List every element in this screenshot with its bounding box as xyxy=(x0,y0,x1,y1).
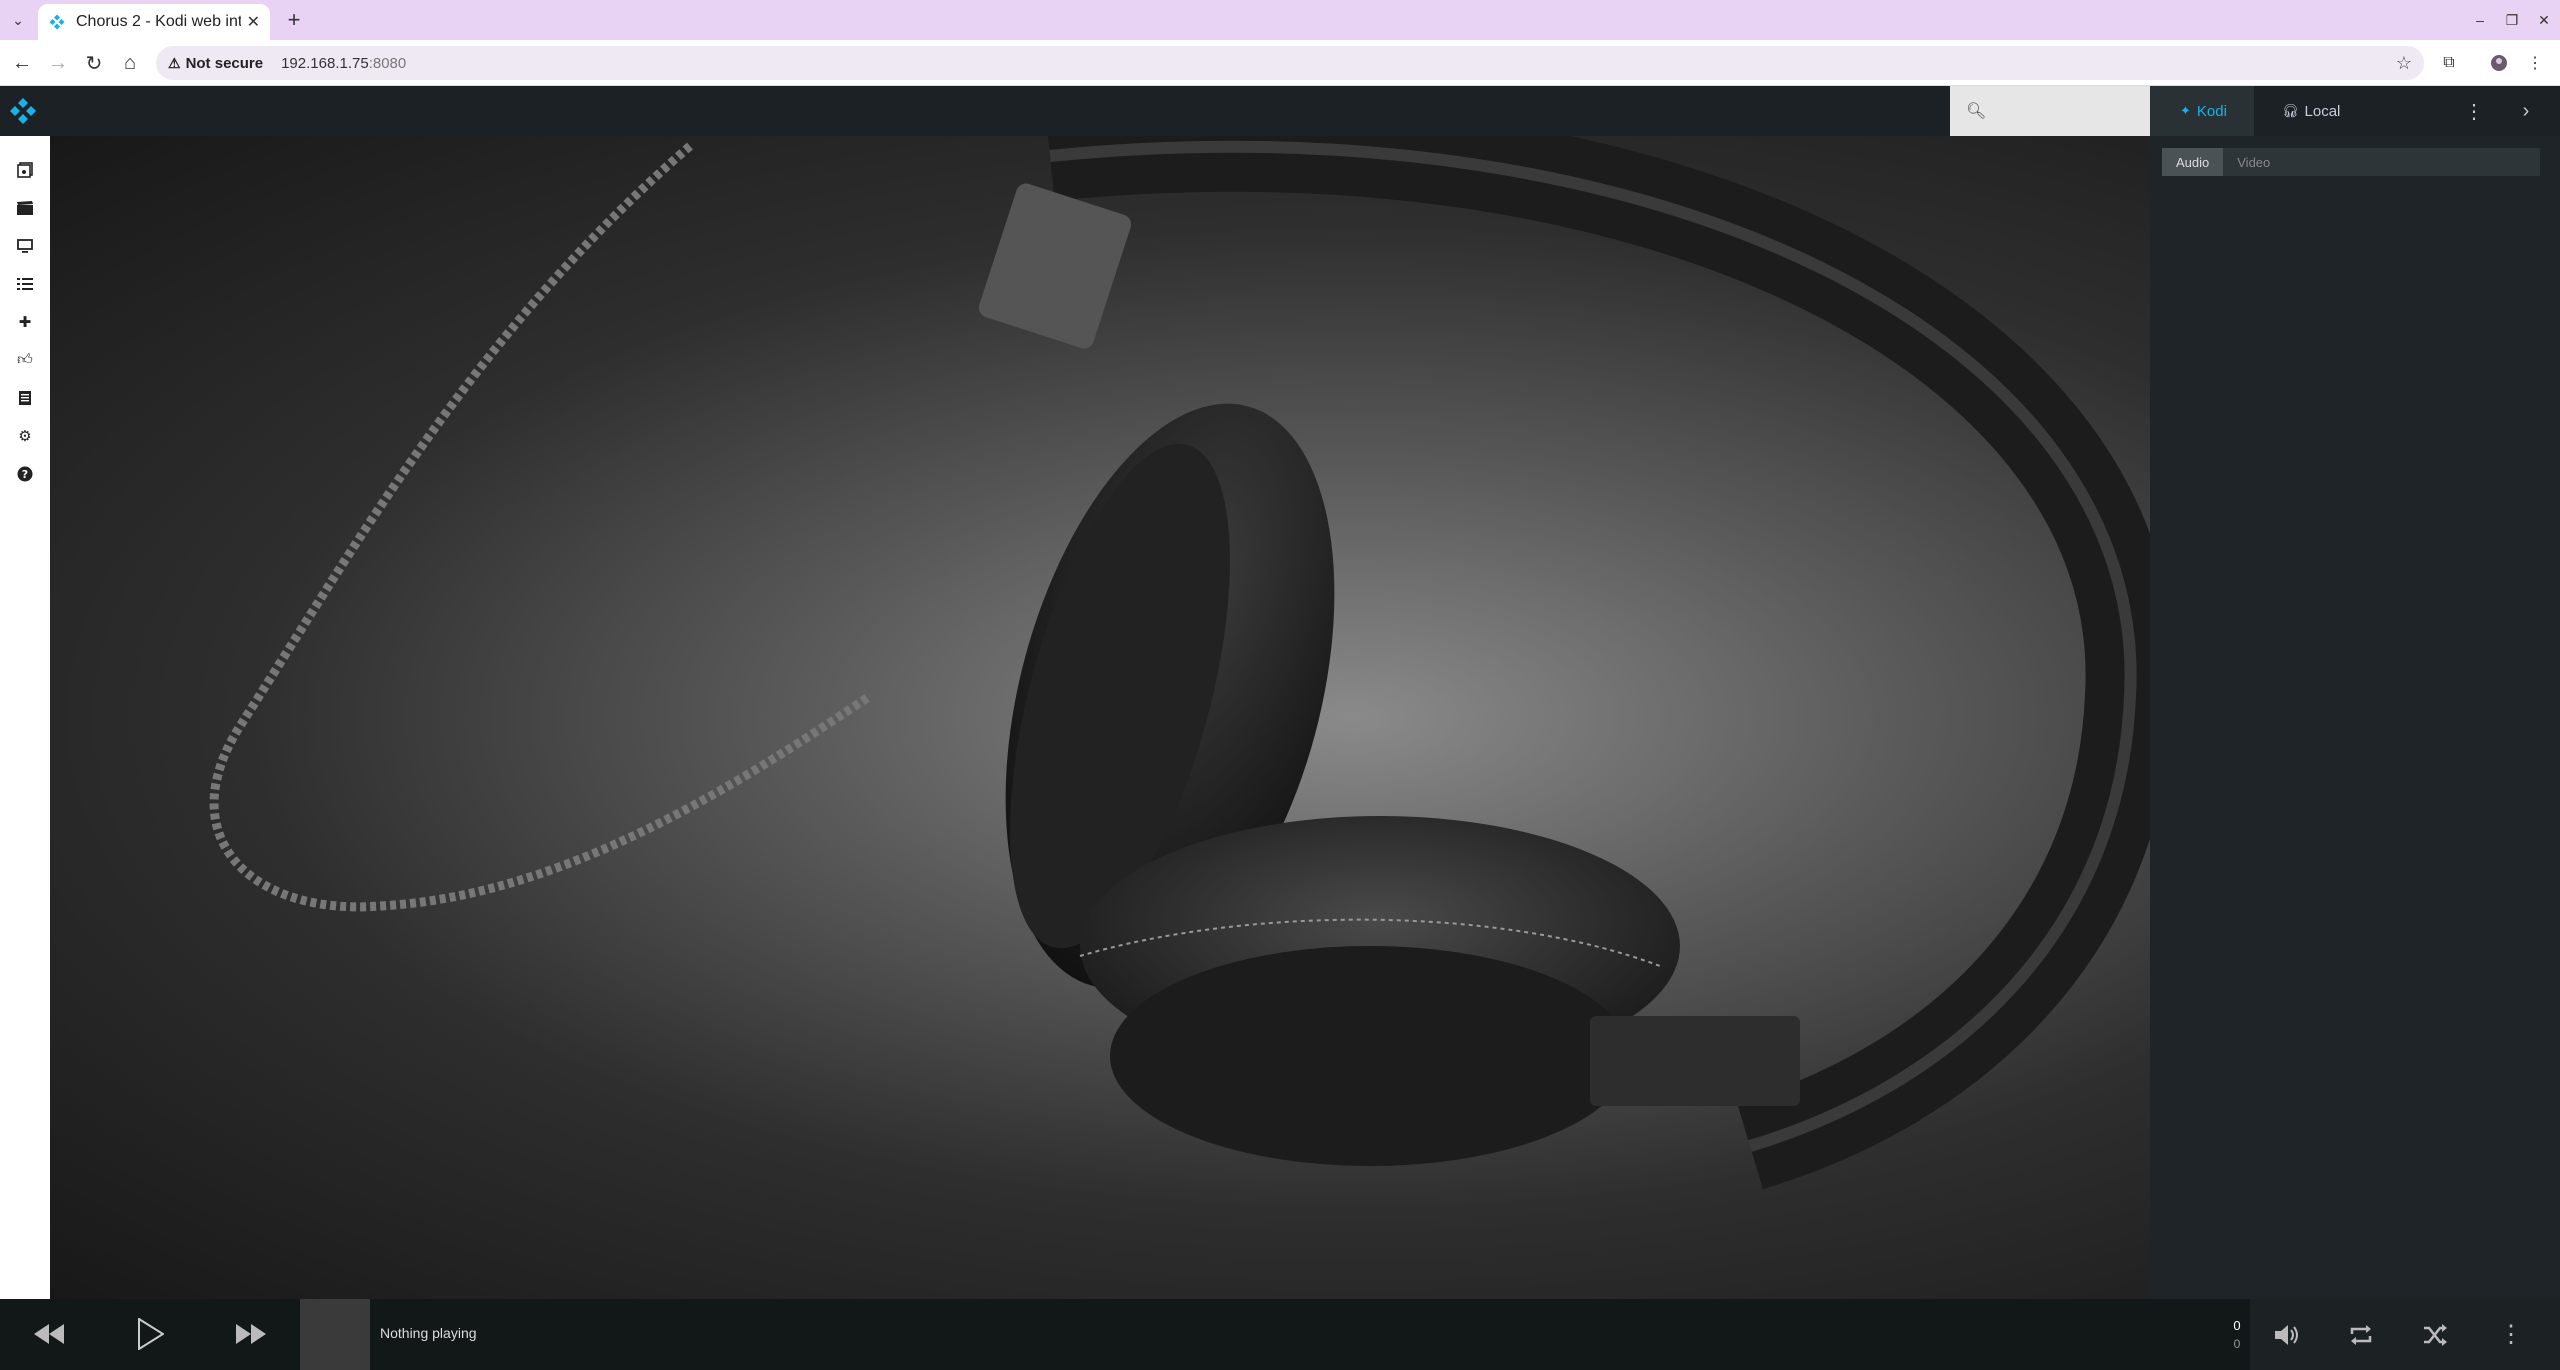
kodi-logo-icon[interactable] xyxy=(8,96,38,126)
thumbs-up-icon[interactable]: 👍︎ xyxy=(13,348,37,372)
home-icon[interactable]: ⌂ xyxy=(116,49,144,77)
repeat-icon[interactable] xyxy=(2326,1299,2396,1370)
back-icon[interactable]: ← xyxy=(8,49,36,77)
url-port: :8080 xyxy=(368,54,407,72)
url-text: 192.168.1.75:8080 xyxy=(281,55,406,72)
new-tab-icon[interactable]: + xyxy=(282,7,306,32)
warning-icon: ⚠ xyxy=(168,54,181,71)
document-icon[interactable] xyxy=(13,386,37,410)
addons-icon[interactable]: ✚ xyxy=(13,310,37,334)
shuffle-icon[interactable] xyxy=(2400,1299,2470,1370)
tab-local[interactable]: 🎧︎ Local xyxy=(2254,86,2358,136)
chevron-right-icon[interactable]: › xyxy=(2512,86,2540,136)
more-options-icon[interactable]: ⋮ xyxy=(2462,86,2486,136)
background-image xyxy=(50,136,2150,1299)
help-icon[interactable]: ? xyxy=(13,462,37,486)
kodi-icon: ✦ xyxy=(2180,103,2191,118)
settings-icon[interactable]: ⚙ xyxy=(13,424,37,448)
headphones-image xyxy=(209,136,2150,1190)
playlist-tabs: Audio Video xyxy=(2162,148,2540,176)
browser-tab-strip: ⌄ Chorus 2 - Kodi web inte ✕ + – ❐ ✕ xyxy=(0,0,2560,40)
kodi-favicon-icon xyxy=(49,14,65,30)
tab-local-label: Local xyxy=(2304,102,2341,120)
security-label: Not secure xyxy=(185,54,264,72)
tv-icon[interactable] xyxy=(13,234,37,258)
tab-kodi[interactable]: ✦ Kodi xyxy=(2150,86,2254,136)
headphones-icon: 🎧︎ xyxy=(2282,103,2299,118)
security-indicator[interactable]: ⚠ Not secure xyxy=(168,55,263,72)
sidebar: ✚ 👍︎ ⚙ ? xyxy=(0,136,50,1299)
now-playing-thumbnail xyxy=(300,1299,370,1370)
play-icon[interactable] xyxy=(126,1311,176,1357)
list-icon[interactable] xyxy=(13,272,37,296)
svg-text:?: ? xyxy=(22,468,28,481)
movies-icon[interactable] xyxy=(13,196,37,220)
extensions-icon[interactable]: ⧉ xyxy=(2436,50,2462,76)
avatar-icon xyxy=(2491,55,2507,71)
close-window-icon[interactable]: ✕ xyxy=(2528,0,2560,40)
now-playing-text: Nothing playing xyxy=(380,1325,477,1341)
minimize-icon[interactable]: – xyxy=(2464,0,2496,40)
tab-kodi-label: Kodi xyxy=(2196,102,2227,120)
volume-icon[interactable] xyxy=(2252,1299,2322,1370)
browser-tab-title: Chorus 2 - Kodi web inte xyxy=(76,13,241,30)
tab-audio[interactable]: Audio xyxy=(2162,148,2224,176)
search-input[interactable]: 🔍︎ xyxy=(1950,86,2150,136)
playlist-panel: Audio Video xyxy=(2150,136,2560,1299)
browser-toolbar: ← → ↻ ⌂ ⚠ Not secure 192.168.1.75:8080 ☆… xyxy=(0,40,2560,86)
close-tab-icon[interactable]: ✕ xyxy=(247,12,260,32)
search-icon: 🔍︎ xyxy=(1966,103,1987,120)
rewind-icon[interactable] xyxy=(24,1311,74,1357)
music-library-icon[interactable] xyxy=(13,158,37,182)
reload-icon[interactable]: ↻ xyxy=(80,49,108,77)
timer-total: 0 xyxy=(2233,1337,2241,1351)
address-bar[interactable]: ⚠ Not secure 192.168.1.75:8080 ☆ xyxy=(156,46,2424,80)
timer-current: 0 xyxy=(2233,1318,2241,1333)
browser-menu-icon[interactable]: ⋮ xyxy=(2522,50,2548,76)
app-header: 🔍︎ ✦ Kodi 🎧︎ Local ⋮ › xyxy=(0,86,2560,136)
tab-video[interactable]: Video xyxy=(2223,148,2284,176)
playback-timer: 0 0 xyxy=(2230,1317,2244,1353)
bookmark-star-icon[interactable]: ☆ xyxy=(2396,53,2412,74)
tab-search-icon[interactable]: ⌄ xyxy=(6,8,30,32)
player-bar: Nothing playing 0 0 ⋮ xyxy=(0,1299,2560,1370)
player-menu-icon[interactable]: ⋮ xyxy=(2476,1299,2546,1370)
restore-icon[interactable]: ❐ xyxy=(2496,0,2528,40)
browser-tab[interactable]: Chorus 2 - Kodi web inte ✕ xyxy=(38,4,270,40)
fast-forward-icon[interactable] xyxy=(226,1311,276,1357)
forward-icon[interactable]: → xyxy=(44,49,72,77)
window-controls: – ❐ ✕ xyxy=(2464,0,2560,40)
url-host: 192.168.1.75 xyxy=(281,54,369,72)
profile-avatar[interactable] xyxy=(2486,50,2512,76)
